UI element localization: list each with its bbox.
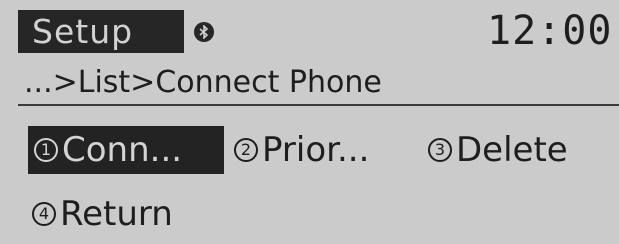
menu-item-label: Conn... <box>62 130 183 170</box>
clock: 12:00 <box>487 8 613 54</box>
menu-item-connect[interactable]: 1 Conn... <box>28 126 224 174</box>
display-screen: Setup 12:00 ...>List>Connect Phone 1 Con… <box>0 0 619 244</box>
menu-item-priority[interactable]: 2 Prior... <box>234 126 369 174</box>
menu-item-label: Return <box>60 194 173 234</box>
header-bar: Setup 12:00 <box>18 8 619 54</box>
number-badge: 2 <box>234 138 258 162</box>
number-badge: 3 <box>428 138 452 162</box>
breadcrumb: ...>List>Connect Phone <box>24 65 382 100</box>
menu-item-label: Delete <box>456 130 568 170</box>
number-badge: 4 <box>32 202 56 226</box>
menu-item-delete[interactable]: 3 Delete <box>428 126 568 174</box>
number-badge: 1 <box>34 138 58 162</box>
bluetooth-icon <box>194 22 214 42</box>
menu-item-label: Prior... <box>262 130 370 170</box>
screen-title: Setup <box>18 10 184 53</box>
divider <box>18 104 619 106</box>
menu-item-return[interactable]: 4 Return <box>32 190 173 238</box>
